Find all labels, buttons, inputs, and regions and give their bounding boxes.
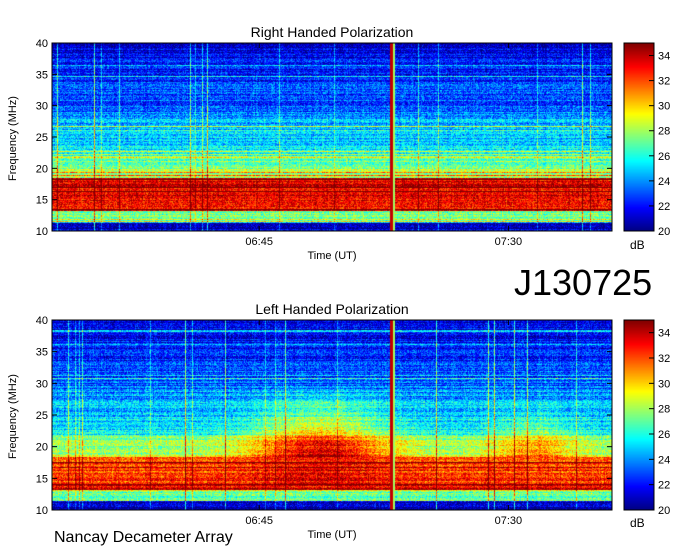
colorbar-tick-label: 26: [658, 429, 670, 441]
y-tick-label: 25: [36, 410, 48, 422]
plot-frame: [51, 42, 613, 232]
y-tick-label: 15: [36, 195, 48, 207]
y-tick-label: 35: [36, 69, 48, 81]
colorbar-tick-label: 20: [658, 226, 670, 238]
y-tick-label: 40: [36, 38, 48, 50]
colorbar-tick-label: 30: [658, 378, 670, 390]
y-tick-label: 35: [36, 347, 48, 359]
plot-frame: [51, 319, 613, 511]
colorbar-tick-label: 28: [658, 126, 670, 138]
colorbar-tick-label: 34: [658, 51, 670, 63]
y-tick-label: 40: [36, 315, 48, 327]
y-tick-label: 15: [36, 473, 48, 485]
y-tick-label: 20: [36, 163, 48, 175]
y-tick-label: 10: [36, 505, 48, 517]
axes-overlay: 10 15 20 25 30 35 40 06:45 07:30 20 22 24 26 28 30 32 34…: [36, 38, 671, 527]
y-tick-label: 20: [36, 442, 48, 454]
y-tick-label: 10: [36, 226, 48, 238]
colorbar-tick-label: 28: [658, 404, 670, 416]
x-tick-label: 07:30: [495, 236, 523, 248]
colorbar-tick-label: 20: [658, 505, 670, 517]
x-tick-label: 06:45: [245, 236, 273, 248]
x-tick-label: 07:30: [495, 515, 523, 527]
x-tick-label: 06:45: [245, 515, 273, 527]
colorbar-tick-label: 32: [658, 76, 670, 88]
colorbar-tick-label: 22: [658, 480, 670, 492]
y-tick-label: 30: [36, 378, 48, 390]
colorbar-tick-label: 22: [658, 201, 670, 213]
colorbar-tick-label: 24: [658, 176, 670, 188]
colorbar-tick-label: 34: [658, 328, 670, 340]
y-tick-label: 30: [36, 101, 48, 113]
colorbar-tick-label: 32: [658, 353, 670, 365]
y-tick-label: 25: [36, 132, 48, 144]
colorbar-tick-label: 24: [658, 454, 670, 466]
colorbar-frame: [623, 319, 655, 511]
colorbar-tick-label: 30: [658, 101, 670, 113]
colorbar-frame: [623, 42, 655, 232]
colorbar-tick-label: 26: [658, 151, 670, 163]
